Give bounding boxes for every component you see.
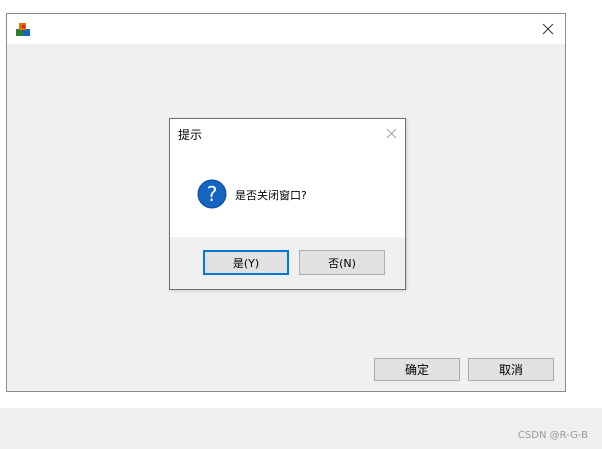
cancel-button[interactable]: 取消 xyxy=(468,358,554,381)
ok-button-label: 确定 xyxy=(404,363,429,377)
no-button[interactable]: 否(N) xyxy=(299,250,385,275)
svg-text:?: ? xyxy=(207,182,218,206)
question-icon: ? xyxy=(197,179,227,209)
message-box-dialog: 提示 ? 是否关闭窗口? 是(Y) 否(N) xyxy=(169,118,406,290)
yes-button[interactable]: 是(Y) xyxy=(203,250,289,275)
no-button-label: 否(N) xyxy=(328,256,356,270)
ok-button[interactable]: 确定 xyxy=(374,358,460,381)
close-icon[interactable] xyxy=(533,14,563,44)
app-icon xyxy=(14,21,32,39)
main-titlebar[interactable] xyxy=(7,14,565,44)
message-box-title: 提示 xyxy=(178,128,203,142)
cancel-button-label: 取消 xyxy=(498,363,523,377)
message-box-content: 提示 ? 是否关闭窗口? xyxy=(170,119,405,237)
dialog-close-icon[interactable] xyxy=(383,125,399,141)
footer-strip: CSDN @R-G-B xyxy=(0,408,602,449)
watermark: CSDN @R-G-B xyxy=(517,430,588,441)
yes-button-label: 是(Y) xyxy=(232,256,260,270)
message-text: 是否关闭窗口? xyxy=(235,189,307,202)
